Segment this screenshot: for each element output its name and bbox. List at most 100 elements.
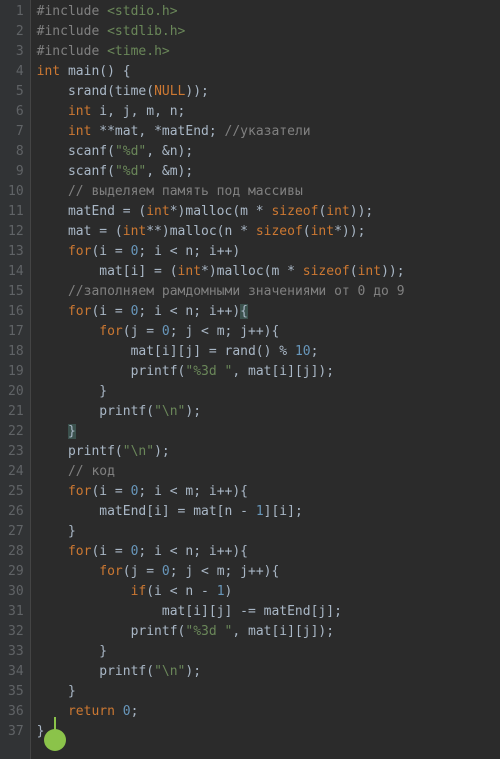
token-kw: NULL — [154, 84, 185, 99]
line-number: 32 — [8, 622, 24, 642]
code-line[interactable]: } — [37, 382, 500, 402]
token-inc: <stdlib.h> — [107, 24, 185, 39]
code-line[interactable]: for(i = 0; i < n; i++) — [37, 242, 500, 262]
token-kw: sizeof — [303, 264, 350, 279]
token-str: "\n" — [123, 444, 154, 459]
code-line[interactable]: printf("\n"); — [37, 442, 500, 462]
line-number: 23 — [8, 442, 24, 462]
token-id: ); — [154, 444, 170, 459]
token-id: ; j < m; j++){ — [170, 564, 280, 579]
token-id: ) — [225, 584, 233, 599]
line-number: 10 — [8, 182, 24, 202]
token-num: 1 — [217, 584, 225, 599]
code-line[interactable]: matEnd = (int*)malloc(m * sizeof(int)); — [37, 202, 500, 222]
token-str: "%d" — [115, 144, 146, 159]
line-number: 9 — [8, 162, 24, 182]
line-number: 26 — [8, 502, 24, 522]
token-pp: #include — [37, 4, 107, 19]
line-number: 34 — [8, 662, 24, 682]
code-line[interactable]: for(i = 0; i < n; i++){ — [37, 542, 500, 562]
token-id: ( — [303, 224, 311, 239]
token-cmt: //заполняем рамдомными значениями от 0 д… — [68, 284, 405, 299]
code-line[interactable]: // выделяем память под массивы — [37, 182, 500, 202]
token-id: scanf( — [37, 164, 115, 179]
line-number: 1 — [8, 2, 24, 22]
token-id: ; i < n; i++) — [138, 244, 240, 259]
code-line[interactable]: #include <time.h> — [37, 42, 500, 62]
token-str: "%d" — [115, 164, 146, 179]
token-str: "%3d " — [185, 364, 232, 379]
token-id: } — [37, 384, 107, 399]
token-id: (j = — [123, 564, 162, 579]
token-id: , &m); — [146, 164, 193, 179]
code-line[interactable]: int **mat, *matEnd; //указатели — [37, 122, 500, 142]
token-pp: #include — [37, 44, 107, 59]
token-id: ); — [185, 664, 201, 679]
line-number: 8 — [8, 142, 24, 162]
code-line[interactable]: } — [37, 722, 500, 742]
token-num: 0 — [162, 324, 170, 339]
line-number: 31 — [8, 602, 24, 622]
token-id — [37, 544, 68, 559]
token-kw: int — [311, 224, 334, 239]
code-line[interactable]: printf("%3d ", mat[i][j]); — [37, 622, 500, 642]
code-line[interactable]: mat = (int**)malloc(n * sizeof(int*)); — [37, 222, 500, 242]
token-id: **)malloc(n * — [146, 224, 256, 239]
token-id — [37, 464, 68, 479]
token-id: ][i]; — [264, 504, 303, 519]
code-line[interactable]: } — [37, 522, 500, 542]
code-line[interactable]: scanf("%d", &n); — [37, 142, 500, 162]
code-line[interactable]: printf("\n"); — [37, 662, 500, 682]
code-line[interactable]: // код — [37, 462, 500, 482]
code-line[interactable]: } — [37, 642, 500, 662]
code-line[interactable]: #include <stdio.h> — [37, 2, 500, 22]
line-number: 30 — [8, 582, 24, 602]
token-id — [37, 564, 100, 579]
token-id: printf( — [37, 364, 186, 379]
token-id — [37, 244, 68, 259]
code-line[interactable]: for(i = 0; i < n; i++){ — [37, 302, 500, 322]
code-line[interactable]: for(j = 0; j < m; j++){ — [37, 562, 500, 582]
token-id: mat = ( — [37, 224, 123, 239]
token-id: matEnd[i] = mat[n - — [37, 504, 256, 519]
code-line[interactable]: int i, j, m, n; — [37, 102, 500, 122]
code-line[interactable]: printf("\n"); — [37, 402, 500, 422]
code-line[interactable]: for(j = 0; j < m; j++){ — [37, 322, 500, 342]
token-id — [37, 124, 68, 139]
line-number: 3 — [8, 42, 24, 62]
token-kw: int — [68, 104, 91, 119]
token-id — [37, 324, 100, 339]
code-editor[interactable]: 1234567891011121314151617181920212223242… — [0, 0, 500, 759]
token-id: ); — [185, 404, 201, 419]
token-kw: int — [68, 124, 91, 139]
code-line[interactable]: #include <stdlib.h> — [37, 22, 500, 42]
code-line[interactable]: //заполняем рамдомными значениями от 0 д… — [37, 282, 500, 302]
code-line[interactable]: mat[i][j] -= matEnd[j]; — [37, 602, 500, 622]
token-id: (i < n - — [146, 584, 216, 599]
token-id: ; j < m; j++){ — [170, 324, 280, 339]
code-line[interactable]: matEnd[i] = mat[n - 1][i]; — [37, 502, 500, 522]
line-number: 11 — [8, 202, 24, 222]
code-line[interactable]: } — [37, 682, 500, 702]
line-number: 20 — [8, 382, 24, 402]
token-id — [37, 104, 68, 119]
code-line[interactable]: srand(time(NULL)); — [37, 82, 500, 102]
code-line[interactable]: int main() { — [37, 62, 500, 82]
code-line[interactable]: scanf("%d", &m); — [37, 162, 500, 182]
code-line[interactable]: printf("%3d ", mat[i][j]); — [37, 362, 500, 382]
token-kw: int — [326, 204, 349, 219]
token-cmt: //указатели — [225, 124, 311, 139]
code-line[interactable]: return 0; — [37, 702, 500, 722]
code-line[interactable]: } — [37, 422, 500, 442]
token-cmt: // выделяем память под массивы — [68, 184, 303, 199]
code-line[interactable]: if(i < n - 1) — [37, 582, 500, 602]
token-id: mat[i][j] = rand() % — [37, 344, 295, 359]
code-area[interactable]: #include <stdio.h>#include <stdlib.h>#in… — [31, 0, 500, 759]
token-kw: for — [68, 484, 91, 499]
code-line[interactable]: mat[i][j] = rand() % 10; — [37, 342, 500, 362]
token-num: 1 — [256, 504, 264, 519]
token-kw: if — [131, 584, 147, 599]
code-line[interactable]: mat[i] = (int*)malloc(m * sizeof(int)); — [37, 262, 500, 282]
token-id: (i = — [91, 544, 130, 559]
code-line[interactable]: for(i = 0; i < m; i++){ — [37, 482, 500, 502]
